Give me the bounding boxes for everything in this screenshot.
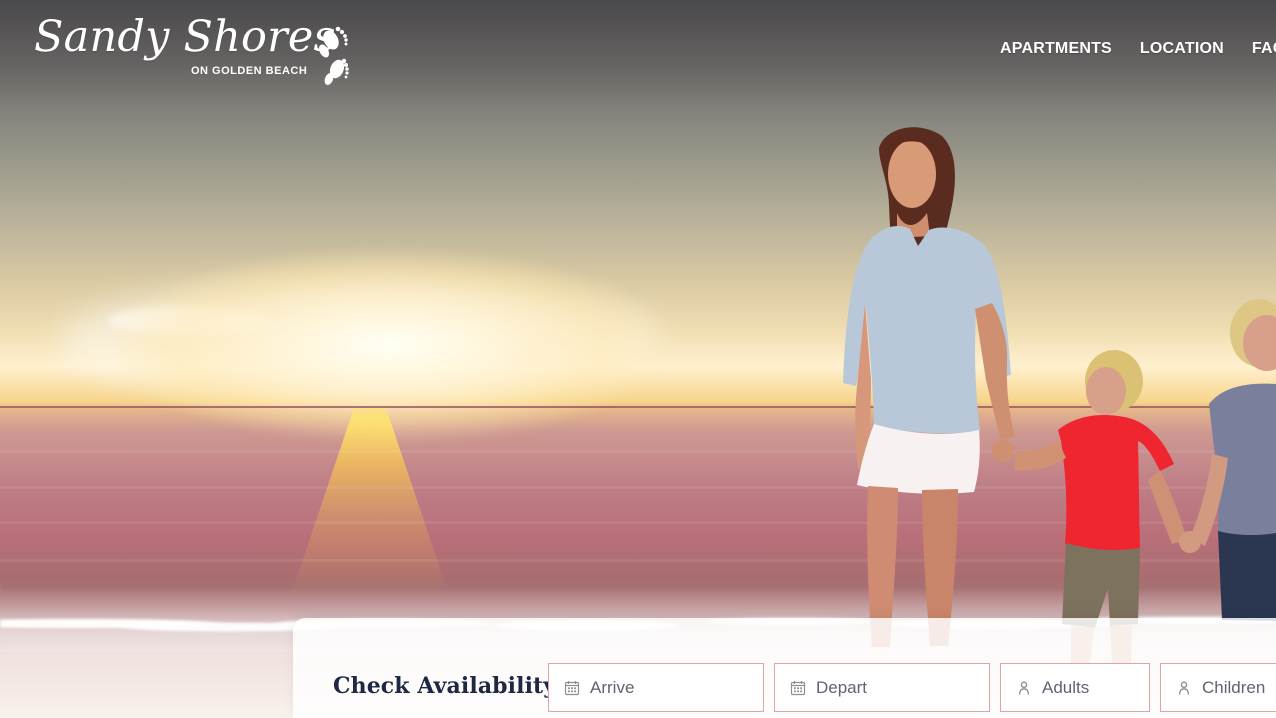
- footprints-icon: [318, 26, 349, 85]
- site-logo[interactable]: Sandy Shores ON GOLDEN BEACH: [34, 12, 354, 90]
- children-label: Children: [1202, 678, 1266, 697]
- availability-title: Check Availability: [333, 673, 557, 699]
- brand-subtitle: ON GOLDEN BEACH: [191, 65, 308, 77]
- nav-link-apartments[interactable]: APARTMENTS: [1000, 40, 1112, 58]
- mother-figure: [843, 127, 1015, 647]
- boy-blue-shirt-figure: [1190, 299, 1276, 621]
- sun-glow: [110, 250, 670, 440]
- arrive-date-field[interactable]: Arrive: [548, 663, 764, 712]
- sea-ripple: [0, 450, 1276, 453]
- calendar-icon: [563, 679, 581, 697]
- person-icon: [1175, 679, 1193, 697]
- sea-ripple: [0, 521, 1276, 524]
- arrive-label: Arrive: [590, 678, 635, 697]
- main-navigation: APARTMENTS LOCATION FACI: [1000, 40, 1276, 58]
- brand-name: Sandy Shores: [34, 12, 336, 62]
- adults-label: Adults: [1042, 678, 1090, 697]
- hero-background: [0, 0, 1276, 718]
- sea-ripple: [0, 486, 1276, 489]
- adults-field[interactable]: Adults: [1000, 663, 1150, 712]
- depart-date-field[interactable]: Depart: [774, 663, 990, 712]
- availability-panel: Check Availability Arrive Depart Adults …: [293, 618, 1276, 718]
- nav-link-location[interactable]: LOCATION: [1140, 40, 1224, 58]
- person-icon: [1015, 679, 1033, 697]
- children-field[interactable]: Children: [1160, 663, 1276, 712]
- depart-label: Depart: [816, 678, 868, 697]
- page: Sandy Shores ON GOLDEN BEACH APARTMENTS …: [0, 0, 1276, 718]
- calendar-icon: [789, 679, 807, 697]
- nav-link-facilities[interactable]: FACI: [1252, 40, 1276, 58]
- sea-ripple: [0, 559, 1276, 562]
- horizon-line: [0, 406, 1276, 408]
